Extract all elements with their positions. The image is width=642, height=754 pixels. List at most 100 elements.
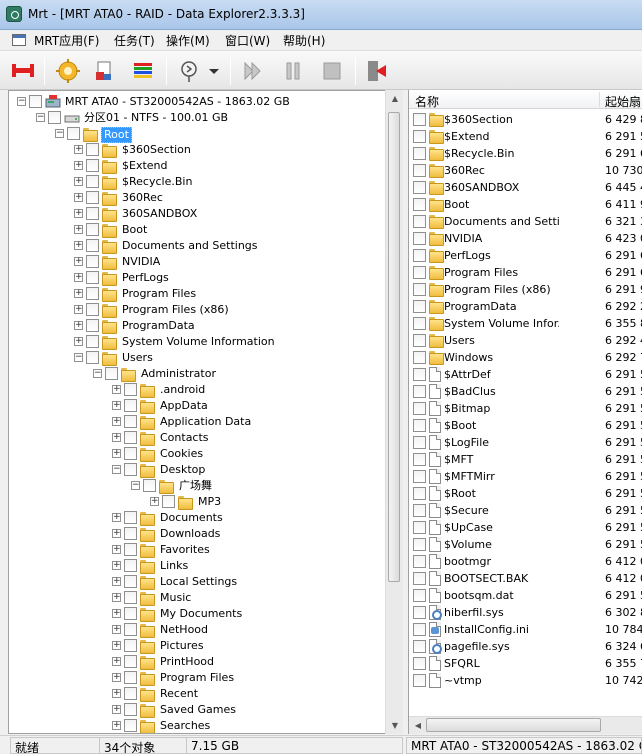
expand-toggle-icon[interactable]: + — [112, 625, 121, 634]
expand-toggle-icon[interactable]: + — [74, 337, 83, 346]
list-checkbox[interactable] — [413, 232, 426, 245]
list-checkbox[interactable] — [413, 317, 426, 330]
collapse-toggle-icon[interactable]: − — [131, 481, 140, 490]
tree-checkbox[interactable] — [124, 639, 137, 652]
tree-node-label[interactable]: Recent — [158, 687, 200, 701]
list-item[interactable]: PerfLogs 6 291 6 — [409, 247, 642, 264]
tree-node-label[interactable]: 360SANDBOX — [120, 207, 199, 221]
list-item[interactable]: ~vtmp 10 742 6 — [409, 672, 642, 689]
list-item[interactable]: $360Section 6 429 8 — [409, 111, 642, 128]
tree-node-label[interactable]: Documents and Settings — [120, 239, 260, 253]
tree-node-label[interactable]: 广场舞 — [177, 479, 214, 493]
tree-node[interactable]: + Music — [9, 590, 389, 606]
scroll-left-arrow-icon[interactable]: ◀ — [409, 717, 427, 734]
tree-node-label[interactable]: Cookies — [158, 447, 205, 461]
tree-checkbox[interactable] — [124, 511, 137, 524]
list-checkbox[interactable] — [413, 300, 426, 313]
tree-node-label[interactable]: Administrator — [139, 367, 218, 381]
tree-node-label[interactable]: NetHood — [158, 623, 210, 637]
tree-checkbox[interactable] — [86, 159, 99, 172]
expand-toggle-icon[interactable]: + — [112, 449, 121, 458]
list-checkbox[interactable] — [413, 640, 426, 653]
list-scroll-thumb[interactable] — [426, 718, 601, 732]
tree-checkbox[interactable] — [124, 607, 137, 620]
list-item[interactable]: $Root 6 291 5 — [409, 485, 642, 502]
tree-node-label[interactable]: NVIDIA — [120, 255, 162, 269]
expand-toggle-icon[interactable]: + — [74, 241, 83, 250]
list-item[interactable]: $Extend 6 291 5 — [409, 128, 642, 145]
tree-checkbox[interactable] — [86, 143, 99, 156]
list-checkbox[interactable] — [413, 657, 426, 670]
tree-node[interactable]: − Administrator — [9, 366, 389, 382]
tree-checkbox[interactable] — [86, 319, 99, 332]
tree-checkbox[interactable] — [86, 287, 99, 300]
tree-checkbox[interactable] — [124, 463, 137, 476]
list-checkbox[interactable] — [413, 130, 426, 143]
tree-checkbox[interactable] — [86, 271, 99, 284]
list-checkbox[interactable] — [413, 164, 426, 177]
list-item[interactable]: 360SANDBOX 6 445 4 — [409, 179, 642, 196]
collapse-toggle-icon[interactable]: − — [55, 129, 64, 138]
tree-node[interactable]: + Favorites — [9, 542, 389, 558]
expand-toggle-icon[interactable]: + — [112, 401, 121, 410]
tree-node-label[interactable]: Local Settings — [158, 575, 239, 589]
menu-operation[interactable]: 操作(M) — [166, 32, 210, 49]
collapse-toggle-icon[interactable]: − — [112, 465, 121, 474]
list-checkbox[interactable] — [413, 283, 426, 296]
system-menu-icon[interactable] — [12, 34, 26, 46]
tree-checkbox[interactable] — [124, 671, 137, 684]
expand-toggle-icon[interactable]: + — [112, 641, 121, 650]
list-checkbox[interactable] — [413, 147, 426, 160]
expand-toggle-icon[interactable]: + — [74, 273, 83, 282]
tree-checkbox[interactable] — [86, 175, 99, 188]
menu-mrt-app[interactable]: MRT应用(F) — [34, 32, 99, 49]
list-item[interactable]: $LogFile 6 291 5 — [409, 434, 642, 451]
tree-node-label[interactable]: $Extend — [120, 159, 170, 173]
list-item[interactable]: System Volume Infor... 6 355 8 — [409, 315, 642, 332]
gear-settings-icon[interactable] — [55, 58, 81, 84]
expand-toggle-icon[interactable]: + — [112, 673, 121, 682]
list-item[interactable]: pagefile.sys 6 324 6 — [409, 638, 642, 655]
tree-node[interactable]: + Program Files — [9, 670, 389, 686]
collapse-toggle-icon[interactable]: − — [74, 353, 83, 362]
tree-node-label[interactable]: Saved Games — [158, 703, 238, 717]
pause-icon[interactable] — [280, 58, 306, 84]
expand-toggle-icon[interactable]: + — [74, 145, 83, 154]
tree-node[interactable]: + NVIDIA — [9, 254, 389, 270]
list-item[interactable]: bootmgr 6 412 0 — [409, 553, 642, 570]
expand-toggle-icon[interactable]: + — [112, 593, 121, 602]
list-item[interactable]: ProgramData 6 292 2 — [409, 298, 642, 315]
tree-node-label[interactable]: PrintHood — [158, 655, 216, 669]
list-checkbox[interactable] — [413, 385, 426, 398]
list-checkbox[interactable] — [413, 504, 426, 517]
exit-icon[interactable] — [364, 58, 390, 84]
tree-node[interactable]: + Saved Games — [9, 702, 389, 718]
tree-node-label[interactable]: Root — [101, 127, 132, 143]
expand-toggle-icon[interactable]: + — [112, 561, 121, 570]
tree-node-label[interactable]: Downloads — [158, 527, 222, 541]
tree-checkbox[interactable] — [124, 687, 137, 700]
tree-checkbox[interactable] — [86, 207, 99, 220]
tree-checkbox[interactable] — [86, 239, 99, 252]
tree-node[interactable]: + System Volume Information — [9, 334, 389, 350]
tree-node-label[interactable]: Documents — [158, 511, 225, 525]
tree-checkbox[interactable] — [86, 351, 99, 364]
tree-node-label[interactable]: .android — [158, 383, 207, 397]
tree-checkbox[interactable] — [124, 399, 137, 412]
menu-window[interactable]: 窗口(W) — [225, 32, 270, 49]
menu-task[interactable]: 任务(T) — [114, 32, 155, 49]
tree-node[interactable]: + Downloads — [9, 526, 389, 542]
chevron-down-icon[interactable] — [206, 58, 222, 84]
tree-checkbox[interactable] — [29, 95, 42, 108]
list-checkbox[interactable] — [413, 419, 426, 432]
expand-toggle-icon[interactable]: + — [74, 289, 83, 298]
tree-node-label[interactable]: Program Files — [158, 671, 236, 685]
tree-node[interactable]: + Links — [9, 558, 389, 574]
tree-node[interactable]: − Users — [9, 350, 389, 366]
tree-node-label[interactable]: Links — [158, 559, 190, 573]
tree-node[interactable]: + Documents — [9, 510, 389, 526]
tree-checkbox[interactable] — [143, 479, 156, 492]
tree-node[interactable]: + Boot — [9, 222, 389, 238]
expand-toggle-icon[interactable]: + — [74, 305, 83, 314]
expand-toggle-icon[interactable]: + — [112, 545, 121, 554]
